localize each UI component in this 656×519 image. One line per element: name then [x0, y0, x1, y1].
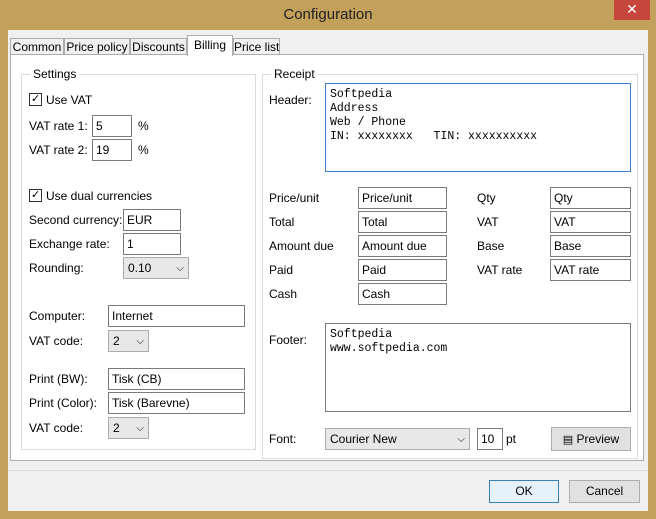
- base-input[interactable]: Base: [550, 235, 631, 257]
- vat-code2-select[interactable]: 2 ⌵: [108, 417, 149, 439]
- vat-rate1-unit: %: [138, 119, 149, 133]
- qty-label: Qty: [477, 191, 496, 205]
- window-title: Configuration: [283, 6, 373, 23]
- use-vat-checkbox[interactable]: ✓: [29, 92, 42, 106]
- tab-label: Common: [12, 40, 62, 54]
- font-size-input[interactable]: 10: [477, 428, 503, 450]
- chevron-down-icon: ⌵: [136, 423, 144, 434]
- paid-input[interactable]: Paid: [358, 259, 447, 281]
- price-unit-label: Price/unit: [269, 191, 320, 205]
- checkmark-icon: ✓: [31, 188, 41, 201]
- checkmark-icon: ✓: [31, 92, 41, 105]
- use-dual-currencies-checkbox[interactable]: ✓: [29, 188, 42, 202]
- vat-rate1-label: VAT rate 1:: [29, 119, 88, 133]
- tab-label: Price list: [234, 40, 280, 54]
- tab-price-list[interactable]: Price list: [233, 38, 280, 55]
- use-dual-currencies-label: Use dual currencies: [46, 189, 153, 203]
- ok-button[interactable]: OK: [489, 480, 559, 503]
- header-label: Header:: [269, 93, 312, 107]
- header-textarea[interactable]: Softpedia Address Web / Phone IN: xxxxxx…: [325, 83, 631, 172]
- font-label: Font:: [269, 432, 297, 446]
- font-value: Courier New: [330, 432, 397, 446]
- document-icon: ▤: [562, 433, 574, 446]
- print-bw-input[interactable]: Tisk (CB): [108, 368, 245, 390]
- total-label: Total: [269, 215, 295, 229]
- amount-due-label: Amount due: [269, 239, 334, 253]
- rounding-select[interactable]: 0.10 ⌵: [123, 257, 189, 279]
- vat-code1-select[interactable]: 2 ⌵: [108, 330, 149, 352]
- header-line: Address: [330, 102, 379, 115]
- billing-page: Settings ✓ Use VAT VAT rate 1: 5 % VAT r…: [10, 54, 644, 461]
- vat-rate2-input[interactable]: 19: [92, 139, 132, 161]
- second-currency-label: Second currency:: [29, 213, 123, 227]
- font-size-unit: pt: [506, 432, 517, 446]
- settings-group-title: Settings: [30, 67, 80, 81]
- button-bar-divider: [8, 470, 648, 471]
- header-line: Softpedia: [330, 88, 393, 101]
- tab-discounts[interactable]: Discounts: [130, 38, 187, 55]
- close-icon: ✕: [626, 2, 638, 18]
- computer-label: Computer:: [29, 309, 86, 323]
- vat-label: VAT: [477, 215, 499, 229]
- cancel-button[interactable]: Cancel: [569, 480, 640, 503]
- rounding-value: 0.10: [128, 261, 152, 275]
- cash-input[interactable]: Cash: [358, 283, 447, 305]
- vat-rate2-unit: %: [138, 143, 149, 157]
- base-label: Base: [477, 239, 505, 253]
- header-line: IN: xxxxxxxx TIN: xxxxxxxxxx: [330, 130, 538, 143]
- tab-billing[interactable]: Billing: [187, 35, 233, 56]
- print-bw-label: Print (BW):: [29, 372, 88, 386]
- vat-code1-label: VAT code:: [29, 334, 84, 348]
- exchange-rate-label: Exchange rate:: [29, 237, 110, 251]
- chevron-down-icon: ⌵: [136, 336, 144, 347]
- vat-code1-value: 2: [113, 334, 120, 348]
- chevron-down-icon: ⌵: [457, 434, 465, 445]
- total-input[interactable]: Total: [358, 211, 447, 233]
- computer-input[interactable]: Internet: [108, 305, 245, 327]
- footer-line: Softpedia: [330, 328, 393, 341]
- dialog-client: Common Price policy Discounts Billing Pr…: [8, 30, 648, 511]
- vat-input[interactable]: VAT: [550, 211, 631, 233]
- receipt-group: Receipt Header: Softpedia Address Web / …: [262, 67, 638, 459]
- second-currency-input[interactable]: EUR: [123, 209, 181, 231]
- tab-label: Billing: [193, 38, 226, 52]
- use-vat-label: Use VAT: [46, 93, 93, 107]
- chevron-down-icon: ⌵: [176, 263, 184, 274]
- preview-button[interactable]: ▤ Preview: [551, 427, 631, 451]
- print-color-label: Print (Color):: [29, 396, 98, 410]
- configuration-window: Configuration ✕ Common Price policy Disc…: [0, 0, 656, 519]
- print-color-input[interactable]: Tisk (Barevne): [108, 392, 245, 414]
- vat-rate-input[interactable]: VAT rate: [550, 259, 631, 281]
- qty-input[interactable]: Qty: [550, 187, 631, 209]
- vat-code2-label: VAT code:: [29, 421, 84, 435]
- footer-line: www.softpedia.com: [330, 342, 448, 355]
- footer-label: Footer:: [269, 333, 308, 347]
- price-unit-input[interactable]: Price/unit: [358, 187, 447, 209]
- font-select[interactable]: Courier New ⌵: [325, 428, 470, 450]
- exchange-rate-input[interactable]: 1: [123, 233, 181, 255]
- tab-label: Discounts: [132, 40, 185, 54]
- vat-rate2-label: VAT rate 2:: [29, 143, 88, 157]
- vat-rate-label: VAT rate: [477, 263, 523, 277]
- title-bar[interactable]: Configuration ✕: [0, 0, 656, 30]
- rounding-label: Rounding:: [29, 261, 84, 275]
- tab-price-policy[interactable]: Price policy: [64, 38, 130, 55]
- cash-label: Cash: [269, 287, 298, 301]
- header-line: Web / Phone: [330, 116, 406, 129]
- preview-button-label: Preview: [576, 432, 620, 446]
- receipt-group-title: Receipt: [271, 67, 318, 81]
- close-button[interactable]: ✕: [614, 0, 650, 20]
- vat-rate1-input[interactable]: 5: [92, 115, 132, 137]
- settings-group: Settings ✓ Use VAT VAT rate 1: 5 % VAT r…: [21, 67, 256, 450]
- amount-due-input[interactable]: Amount due: [358, 235, 447, 257]
- vat-code2-value: 2: [113, 421, 120, 435]
- paid-label: Paid: [269, 263, 294, 277]
- footer-textarea[interactable]: Softpedia www.softpedia.com: [325, 323, 631, 412]
- tab-label: Price policy: [66, 40, 128, 54]
- tab-common[interactable]: Common: [10, 38, 64, 55]
